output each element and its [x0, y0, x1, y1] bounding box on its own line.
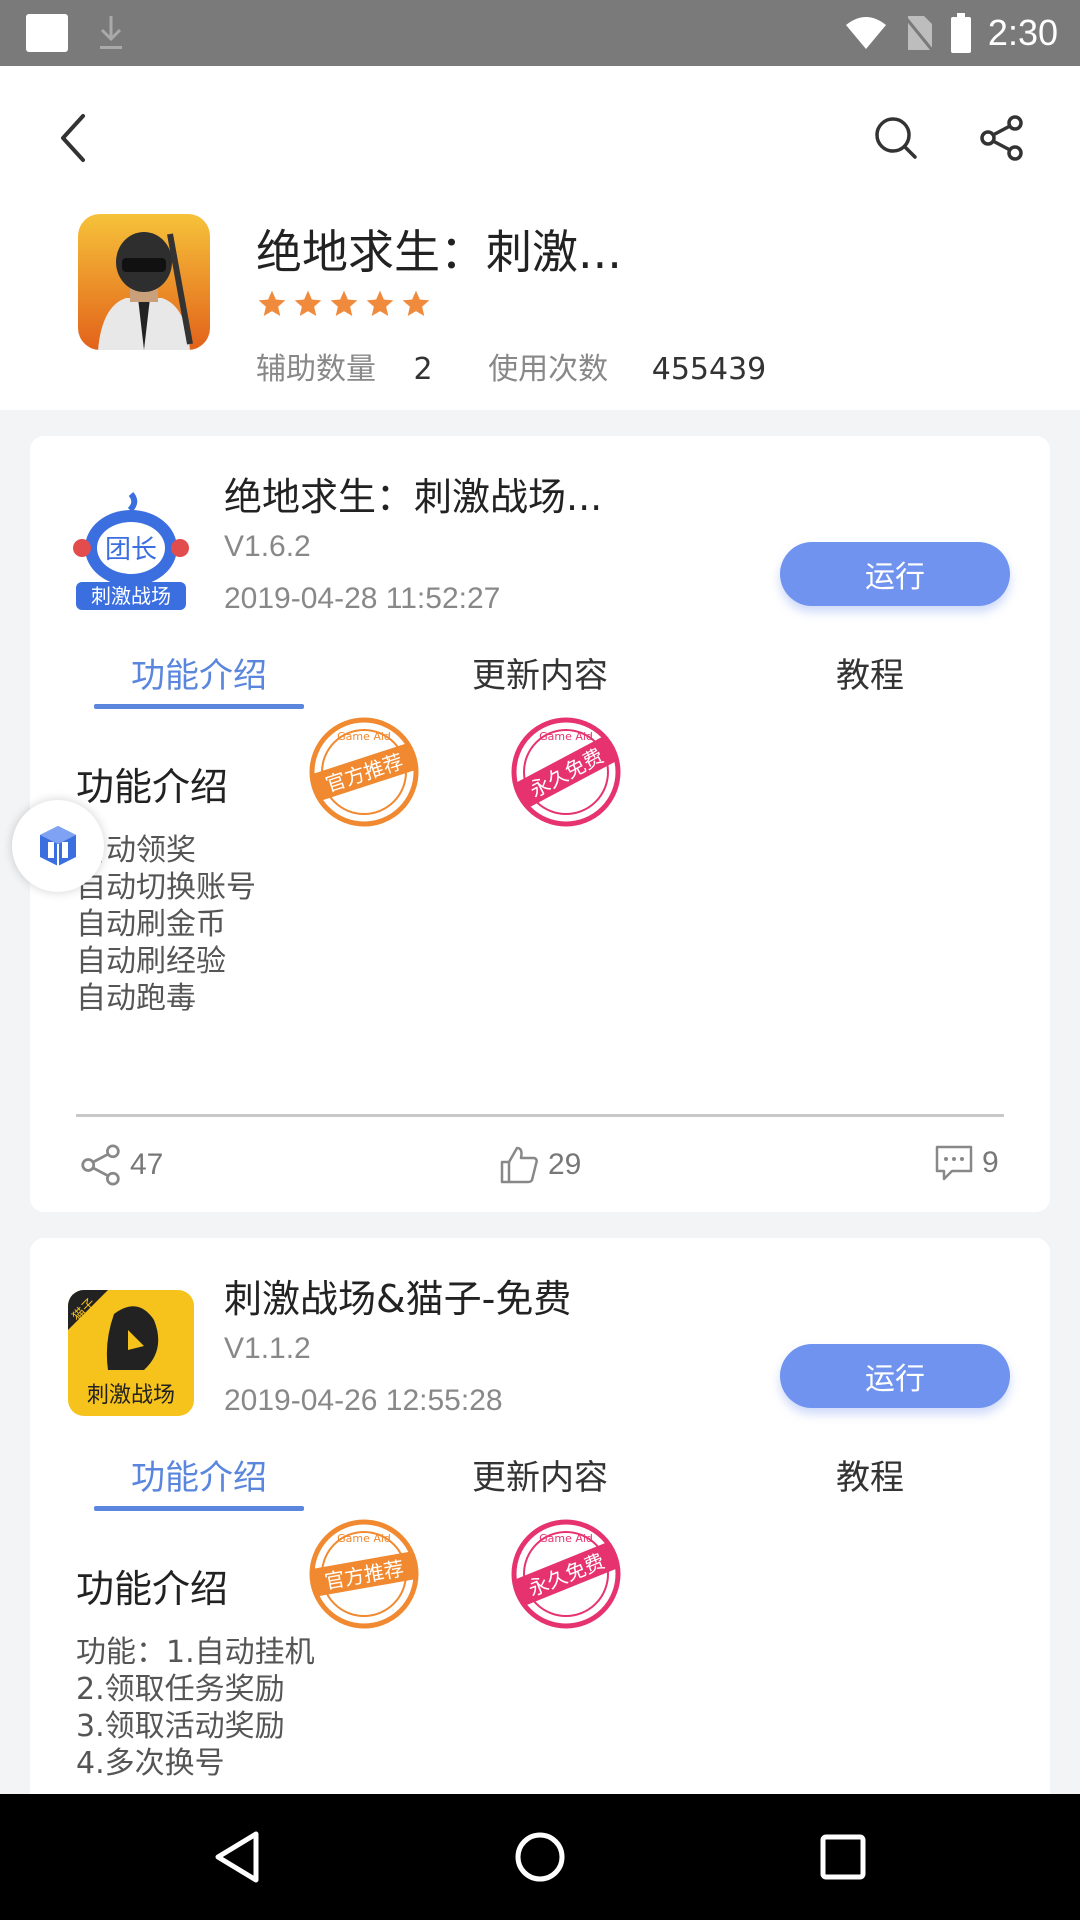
- app-name: 绝地求生：刺激战场...: [224, 475, 603, 519]
- section-title: 功能介绍: [76, 1567, 229, 1611]
- notification-icon: [26, 14, 68, 52]
- app-version: V1.1.2: [224, 1332, 311, 1365]
- star-icon: [330, 290, 358, 316]
- official-recommend-stamp: Game Aid 官方推荐: [309, 1519, 419, 1629]
- tab-updates[interactable]: 更新内容: [430, 1434, 650, 1514]
- comment-count: 9: [982, 1146, 999, 1179]
- app-name: 刺激战场&猫子-免费: [224, 1277, 572, 1321]
- app-icon: 猫子 刺激战场: [68, 1290, 194, 1416]
- back-button[interactable]: [44, 100, 100, 176]
- card-tabs: 功能介绍 更新内容 教程: [30, 1434, 1050, 1514]
- feature-item: 3.领取活动奖励: [76, 1709, 285, 1744]
- status-time: 2:30: [987, 12, 1058, 53]
- app-icon-label-bottom: 刺激战场: [91, 584, 171, 608]
- free-forever-stamp: Game Aid 永久免费: [511, 1519, 621, 1629]
- feature-item: 自动刷金币: [76, 907, 226, 942]
- stamp-ring-text: Game Aid: [539, 1532, 593, 1545]
- game-title: 绝地求生：刺激...: [256, 225, 622, 279]
- app-version: V1.6.2: [224, 530, 311, 563]
- game-icon: [78, 214, 210, 350]
- feature-item: 功能：1.自动挂机: [76, 1635, 315, 1670]
- stamp-ring-text: Game Aid: [337, 1532, 391, 1545]
- game-meta: 辅助数量 2 使用次数 455439: [256, 344, 766, 388]
- active-tab-indicator: [94, 704, 304, 709]
- share-count: 47: [130, 1148, 164, 1181]
- tab-features[interactable]: 功能介绍: [94, 632, 304, 712]
- comment-stat[interactable]: 9: [934, 1144, 999, 1182]
- section-title: 功能介绍: [76, 765, 229, 809]
- stamp-ring-text: Game Aid: [539, 730, 593, 743]
- free-forever-stamp: Game Aid 永久免费: [511, 717, 621, 827]
- nav-home-button[interactable]: [507, 1824, 573, 1890]
- star-icon: [294, 290, 322, 316]
- search-button[interactable]: [866, 100, 926, 176]
- run-button[interactable]: 运行: [780, 542, 1010, 606]
- assist-label: 辅助数量: [256, 352, 376, 387]
- app-date: 2019-04-28 11:52:27: [224, 582, 501, 615]
- feature-list: 功能：1.自动挂机 2.领取任务奖励 3.领取活动奖励 4.多次换号: [76, 1634, 315, 1782]
- run-button[interactable]: 运行: [780, 1344, 1010, 1408]
- download-icon: [100, 16, 122, 49]
- cube-icon: [40, 826, 76, 866]
- share-icon: [81, 1144, 120, 1186]
- app-icon-label-top: 团长: [105, 535, 157, 565]
- stamp-official-text: 官方推荐: [323, 749, 407, 797]
- usage-count: 455439: [651, 352, 767, 387]
- star-icon: [258, 290, 286, 316]
- star-icon: [402, 290, 430, 316]
- comment-icon: [935, 1145, 973, 1181]
- share-button[interactable]: [972, 100, 1032, 176]
- tab-tutorial[interactable]: 教程: [800, 1434, 940, 1514]
- assist-card: 团长 刺激战场 绝地求生：刺激战场... V1.6.2 2019-04-28 1…: [30, 436, 1050, 1212]
- chevron-left-icon: [61, 114, 85, 162]
- wifi-icon: [845, 17, 886, 49]
- circle-home-icon: [515, 1832, 565, 1882]
- search-icon: [875, 117, 917, 159]
- official-recommend-stamp: Game Aid 官方推荐: [309, 717, 419, 827]
- tab-features[interactable]: 功能介绍: [94, 1434, 304, 1514]
- app-date: 2019-04-26 12:55:28: [224, 1384, 503, 1417]
- share-icon: [980, 115, 1023, 161]
- battery-icon: [950, 13, 971, 53]
- thumbs-up-icon: [500, 1146, 538, 1184]
- feature-item: 4.多次换号: [76, 1746, 225, 1781]
- star-icon: [366, 290, 394, 316]
- tab-updates[interactable]: 更新内容: [430, 632, 650, 712]
- feature-list: 自动领奖 自动切换账号 自动刷金币 自动刷经验 自动跑毒: [76, 832, 256, 1017]
- stamp-free-text: 永久免费: [525, 1549, 608, 1601]
- app-icon: 团长 刺激战场: [68, 488, 194, 614]
- feature-item: 自动跑毒: [76, 981, 196, 1016]
- nav-recents-button[interactable]: [810, 1824, 876, 1890]
- feature-item: 自动切换账号: [76, 870, 256, 905]
- rating-stars: [256, 288, 432, 320]
- system-navigation-bar: [0, 1794, 1080, 1920]
- nav-back-button[interactable]: [204, 1824, 270, 1890]
- share-stat[interactable]: 47: [80, 1144, 163, 1186]
- status-bar: 2:30: [0, 0, 1080, 66]
- like-stat[interactable]: 29: [498, 1144, 581, 1186]
- triangle-back-icon: [215, 1831, 259, 1883]
- card-tabs: 功能介绍 更新内容 教程: [30, 632, 1050, 712]
- feature-item: 2.领取任务奖励: [76, 1672, 285, 1707]
- usage-label: 使用次数: [488, 352, 609, 387]
- floating-assistant-button[interactable]: [12, 800, 104, 892]
- assist-count: 2: [413, 352, 433, 387]
- app-icon-label-bottom: 刺激战场: [87, 1383, 175, 1408]
- square-recents-icon: [820, 1834, 866, 1880]
- stamp-ring-text: Game Aid: [337, 730, 391, 743]
- feature-item: 自动刷经验: [76, 944, 226, 979]
- card-divider: [76, 1114, 1004, 1117]
- tab-tutorial[interactable]: 教程: [800, 632, 940, 712]
- game-header: 绝地求生：刺激... 辅助数量 2 使用次数 455439: [0, 66, 1080, 410]
- no-sim-icon: [904, 16, 934, 51]
- active-tab-indicator: [94, 1506, 304, 1511]
- like-count: 29: [548, 1148, 582, 1181]
